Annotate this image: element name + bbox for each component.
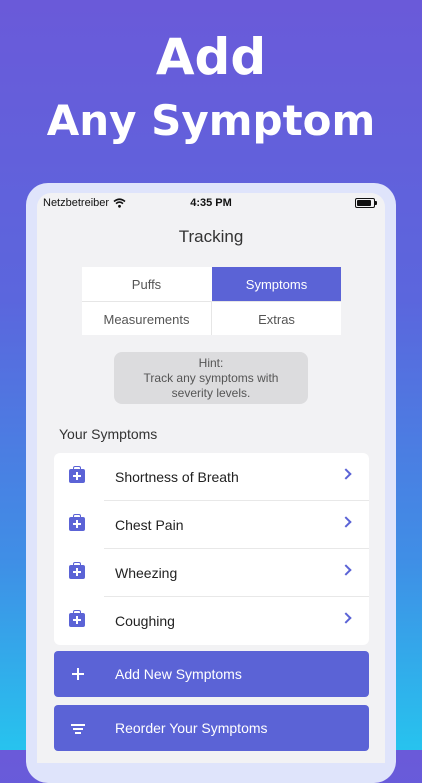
battery-icon bbox=[355, 198, 377, 208]
chevron-right-icon bbox=[340, 612, 352, 624]
reorder-symptoms-button[interactable]: Reorder Your Symptoms bbox=[54, 705, 369, 751]
symptom-row[interactable]: Coughing bbox=[54, 597, 369, 645]
hint-text-line2: severity levels. bbox=[171, 386, 251, 400]
symptom-label: Coughing bbox=[115, 613, 175, 629]
tracking-segmented-control: Puffs Symptoms Measurements Extras bbox=[82, 267, 341, 335]
medical-kit-icon bbox=[69, 562, 85, 579]
symptom-row[interactable]: Wheezing bbox=[54, 549, 369, 597]
chevron-right-icon bbox=[340, 516, 352, 528]
chevron-right-icon bbox=[340, 564, 352, 576]
symptom-label: Wheezing bbox=[115, 565, 178, 581]
status-time: 4:35 PM bbox=[190, 197, 232, 209]
symptom-label: Shortness of Breath bbox=[115, 469, 239, 485]
sort-icon bbox=[71, 721, 85, 735]
chevron-right-icon bbox=[340, 468, 352, 480]
tab-measurements[interactable]: Measurements bbox=[82, 302, 211, 336]
segment-divider bbox=[211, 301, 212, 335]
symptom-label: Chest Pain bbox=[115, 517, 184, 533]
page-title: Tracking bbox=[178, 227, 244, 246]
tab-extras[interactable]: Extras bbox=[212, 302, 341, 336]
medical-kit-icon bbox=[69, 466, 85, 483]
tab-puffs[interactable]: Puffs bbox=[82, 267, 211, 301]
status-bar: Netzbetreiber 4:35 PM bbox=[37, 197, 385, 211]
section-title: Your Symptoms bbox=[59, 426, 158, 442]
promo-subheadline: Any Symptom bbox=[46, 96, 376, 145]
hint-text-line1: Track any symptoms with bbox=[143, 371, 279, 385]
symptom-list: Shortness of Breath Chest Pain Wheezing … bbox=[54, 453, 369, 645]
symptom-row[interactable]: Shortness of Breath bbox=[54, 453, 369, 501]
plus-icon bbox=[71, 667, 85, 681]
symptom-row[interactable]: Chest Pain bbox=[54, 501, 369, 549]
tab-symptoms[interactable]: Symptoms bbox=[212, 267, 341, 301]
medical-kit-icon bbox=[69, 514, 85, 531]
medical-kit-icon bbox=[69, 610, 85, 627]
app-screen: Netzbetreiber 4:35 PM Tracking Puffs Sym… bbox=[37, 193, 385, 763]
add-symptom-label: Add New Symptoms bbox=[115, 666, 242, 682]
add-symptom-button[interactable]: Add New Symptoms bbox=[54, 651, 369, 697]
hint-box: Hint: Track any symptoms with severity l… bbox=[114, 352, 308, 404]
hint-title: Hint: bbox=[198, 356, 224, 370]
promo-headline: Add bbox=[155, 28, 267, 86]
reorder-symptoms-label: Reorder Your Symptoms bbox=[115, 720, 268, 736]
